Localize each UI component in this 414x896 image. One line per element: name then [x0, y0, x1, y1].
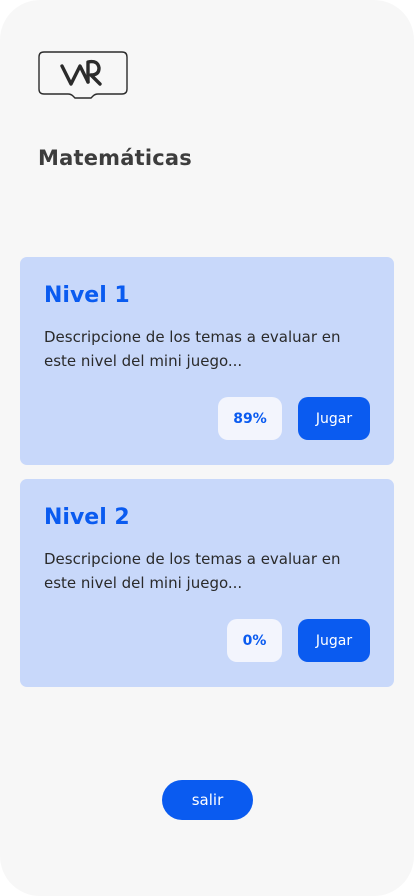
level-card-2: Nivel 2 Descripcione de los temas a eval…: [20, 479, 394, 687]
level-description: Descripcione de los temas a evaluar en e…: [44, 550, 341, 592]
app-screen: Matemáticas Nivel 1 Descripcione de los …: [0, 0, 414, 896]
vr-headset-logo-icon: [38, 51, 128, 99]
level-description: Descripcione de los temas a evaluar en e…: [44, 328, 341, 370]
level-card-1: Nivel 1 Descripcione de los temas a eval…: [20, 257, 394, 465]
exit-button[interactable]: salir: [162, 780, 253, 820]
level-title: Nivel 2: [44, 505, 130, 530]
page-title: Matemáticas: [38, 146, 192, 170]
progress-badge: 0%: [227, 619, 282, 662]
play-button-level-2[interactable]: Jugar: [298, 619, 370, 662]
progress-badge: 89%: [218, 397, 282, 440]
play-button-level-1[interactable]: Jugar: [298, 397, 370, 440]
level-title: Nivel 1: [44, 283, 130, 308]
